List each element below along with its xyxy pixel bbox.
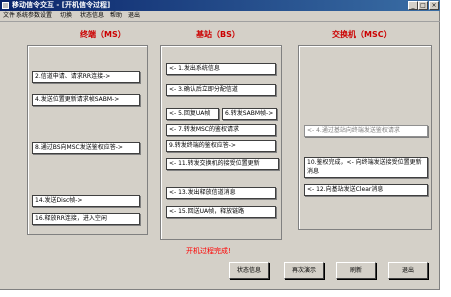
msg-ms-16: 16.释放RR连接，进入空闲 xyxy=(32,213,140,225)
msc-panel xyxy=(298,45,432,230)
msg-bs-3: <- 3.确认后立即分配信道 xyxy=(166,84,276,96)
app-window: 移动信令交互 - [开机信令过程] _ □ × 文件 系统参数设置 切换 状态信… xyxy=(0,0,440,290)
msg-ms-4: 4.发送位置更新请求帧SABM-> xyxy=(32,94,140,106)
minimize-button[interactable]: _ xyxy=(408,1,418,10)
menu-exit[interactable]: 退出 xyxy=(128,11,140,21)
close-button[interactable]: × xyxy=(429,1,439,10)
msg-bs-11: <- 11.转发交换机的接受位置更新 xyxy=(166,158,279,170)
replay-button[interactable]: 再次演示 xyxy=(284,262,324,279)
menu-file[interactable]: 文件 xyxy=(3,11,15,21)
menu-status-info[interactable]: 状态信息 xyxy=(80,11,104,21)
msg-bs-5: <- 5.回复UA帧 xyxy=(166,108,219,120)
maximize-button[interactable]: □ xyxy=(418,1,428,10)
column-title-msc: 交换机（MSC） xyxy=(332,30,392,39)
msg-bs-9: 9.转发终端的鉴权应答-> xyxy=(166,140,276,152)
status-info-button[interactable]: 状态信息 xyxy=(229,262,269,279)
msg-msc-4: <- 4.通过基站向终端发送鉴权请求 xyxy=(304,125,428,137)
refresh-button[interactable]: 刷新 xyxy=(336,262,376,279)
msg-ms-8: 8.通过BS向MSC发送鉴权应答-> xyxy=(32,142,140,154)
msg-ms-14: 14.发送Disc帧-> xyxy=(32,195,140,207)
menu-help[interactable]: 帮助 xyxy=(110,11,122,21)
msg-bs-1: <- 1.发出系统信息 xyxy=(166,63,276,75)
msg-msc-12: <- 12.向基站发送Clear消息 xyxy=(304,184,428,196)
menu-system-settings[interactable]: 系统参数设置 xyxy=(16,11,52,21)
msg-ms-2: 2.信道申请、请求RR连接-> xyxy=(32,71,140,83)
column-title-ms: 终端（MS） xyxy=(80,30,126,39)
app-icon xyxy=(2,2,9,9)
menu-bar: 文件 系统参数设置 切换 状态信息 帮助 退出 xyxy=(0,11,440,22)
exit-button[interactable]: 退出 xyxy=(388,262,428,279)
menu-switch[interactable]: 切换 xyxy=(60,11,72,21)
column-title-bs: 基站（BS） xyxy=(196,30,240,39)
msg-bs-6: 6.转发SABM帧-> xyxy=(222,108,277,120)
msg-bs-7: <- 7.转发MSC的鉴权请求 xyxy=(166,124,276,136)
title-bar[interactable]: 移动信令交互 - [开机信令过程] _ □ × xyxy=(0,0,440,11)
msg-bs-13: <- 13.发出释放信道消息 xyxy=(166,187,276,199)
window-title: 移动信令交互 - [开机信令过程] xyxy=(12,1,111,9)
msg-msc-10: 10.鉴权完成，<- 向终端发送接受位置更新消息 xyxy=(304,157,428,178)
status-message: 开机过程完成! xyxy=(186,247,231,255)
msg-bs-15: <- 15.回送UA帧，释放链路 xyxy=(166,206,276,218)
